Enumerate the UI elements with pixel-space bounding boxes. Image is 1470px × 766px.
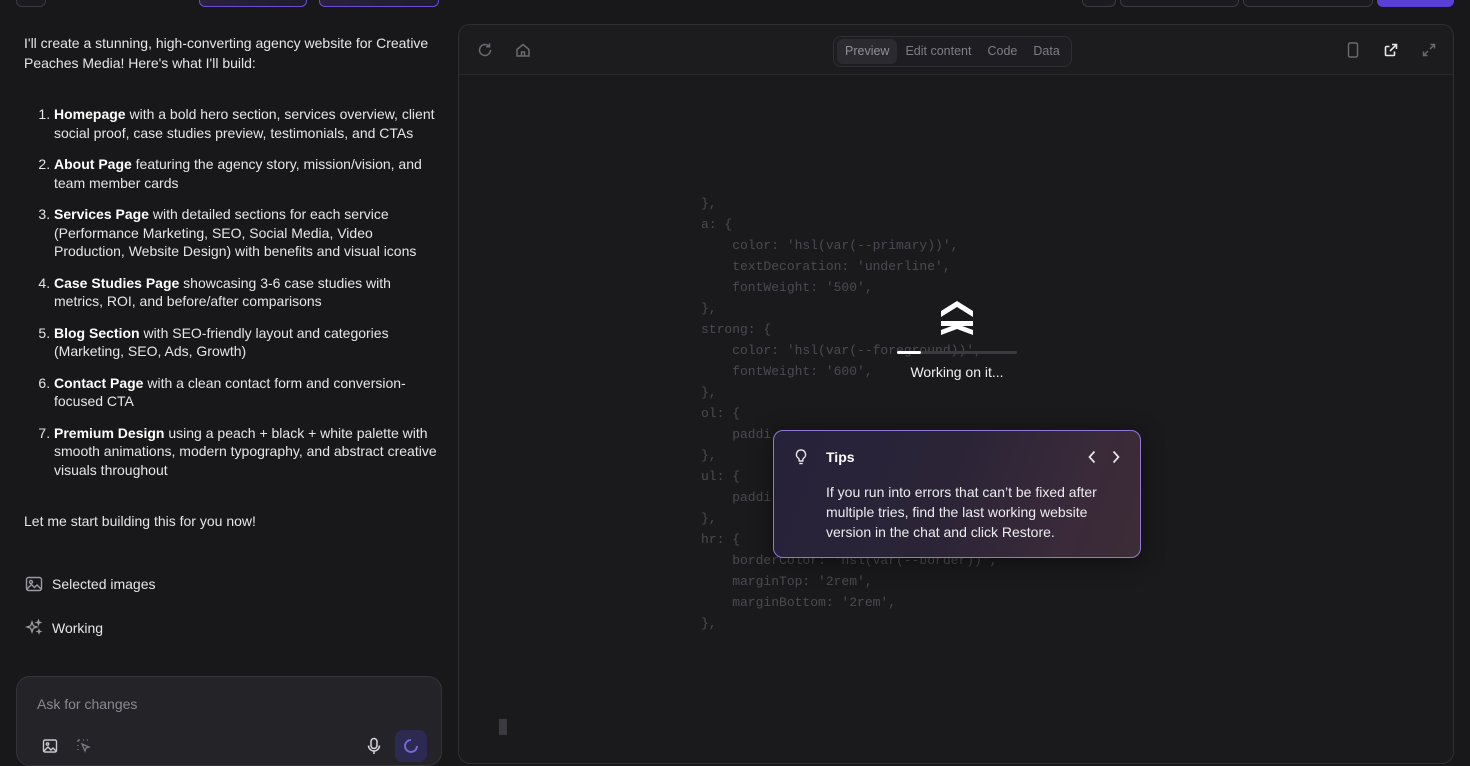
list-item: Contact Page with a clean contact form a…	[54, 374, 439, 411]
sparkle-icon	[24, 618, 44, 638]
tips-body: If you run into errors that can’t be fix…	[826, 484, 1097, 540]
code-line: marginBottom: '2rem',	[701, 595, 897, 610]
send-loading-button[interactable]	[395, 730, 427, 762]
selected-images-label: Selected images	[52, 576, 156, 592]
chat-composer	[16, 676, 442, 766]
open-external-icon[interactable]	[1381, 40, 1401, 60]
list-item: Blog Section with SEO-friendly layout an…	[54, 324, 439, 361]
preview-tabs: Preview Edit content Code Data	[833, 36, 1072, 67]
toolbar-button-4[interactable]	[1243, 0, 1373, 7]
fullscreen-icon[interactable]	[1419, 40, 1439, 60]
preview-panel: Preview Edit content Code Data }, a: { co…	[458, 24, 1454, 764]
toolbar-button-3[interactable]	[1120, 0, 1239, 7]
code-line: fontWeight: '500',	[701, 280, 873, 295]
preview-toolbar: Preview Edit content Code Data	[459, 25, 1453, 75]
code-line: },	[701, 196, 717, 211]
microphone-icon[interactable]	[363, 735, 385, 757]
tips-card: Tips If you run into errors that can’t b…	[773, 430, 1141, 558]
chat-panel: I'll create a stunning, high-converting …	[0, 0, 458, 766]
message-intro: I'll create a stunning, high-converting …	[24, 35, 429, 71]
tab-preview[interactable]: Preview	[837, 39, 898, 64]
image-icon	[24, 574, 44, 594]
chevron-right-icon[interactable]	[1106, 447, 1126, 467]
loading-indicator: Working on it...	[897, 299, 1017, 380]
text-cursor	[499, 719, 507, 735]
tab-data[interactable]: Data	[1025, 39, 1067, 64]
working-label: Working	[52, 620, 104, 636]
code-line: textDecoration: 'underline',	[701, 259, 951, 274]
working-status: Working	[24, 618, 103, 638]
logo-icon	[935, 299, 979, 343]
list-item: Homepage with a bold hero section, servi…	[54, 105, 439, 142]
home-icon[interactable]	[513, 40, 533, 60]
message-outro: Let me start building this for you now!	[24, 513, 256, 529]
lightbulb-icon	[792, 448, 810, 466]
tab-edit-content[interactable]: Edit content	[897, 39, 979, 64]
attach-image-icon[interactable]	[39, 735, 61, 757]
code-line: a: {	[701, 217, 733, 232]
list-item: Premium Design using a peach + black + w…	[54, 424, 439, 480]
tips-title: Tips	[826, 449, 855, 465]
code-line: marginTop: '2rem',	[701, 574, 873, 589]
progress-fill	[897, 351, 921, 354]
chat-input[interactable]	[37, 693, 397, 715]
code-background: }, a: { color: 'hsl(var(--primary))', tex…	[701, 193, 997, 634]
code-line: },	[701, 385, 717, 400]
chevron-left-icon[interactable]	[1082, 447, 1102, 467]
progress-bar	[897, 351, 1017, 354]
toolbar-icon-button[interactable]	[1082, 0, 1116, 7]
assistant-message: I'll create a stunning, high-converting …	[24, 33, 439, 531]
code-line: color: 'hsl(var(--primary))',	[701, 238, 959, 253]
code-line: },	[701, 616, 717, 631]
tab-code[interactable]: Code	[979, 39, 1025, 64]
mobile-view-icon[interactable]	[1343, 40, 1363, 60]
list-item: Case Studies Page showcasing 3-6 case st…	[54, 274, 439, 311]
loading-label: Working on it...	[910, 364, 1004, 380]
plan-list: Homepage with a bold hero section, servi…	[24, 105, 439, 479]
code-line: ol: {	[701, 406, 741, 421]
publish-button[interactable]	[1377, 0, 1454, 7]
refresh-icon[interactable]	[475, 40, 495, 60]
list-item: Services Page with detailed sections for…	[54, 205, 439, 261]
list-item: About Page featuring the agency story, m…	[54, 155, 439, 192]
select-element-icon[interactable]	[73, 735, 95, 757]
selected-images-status[interactable]: Selected images	[24, 574, 156, 594]
